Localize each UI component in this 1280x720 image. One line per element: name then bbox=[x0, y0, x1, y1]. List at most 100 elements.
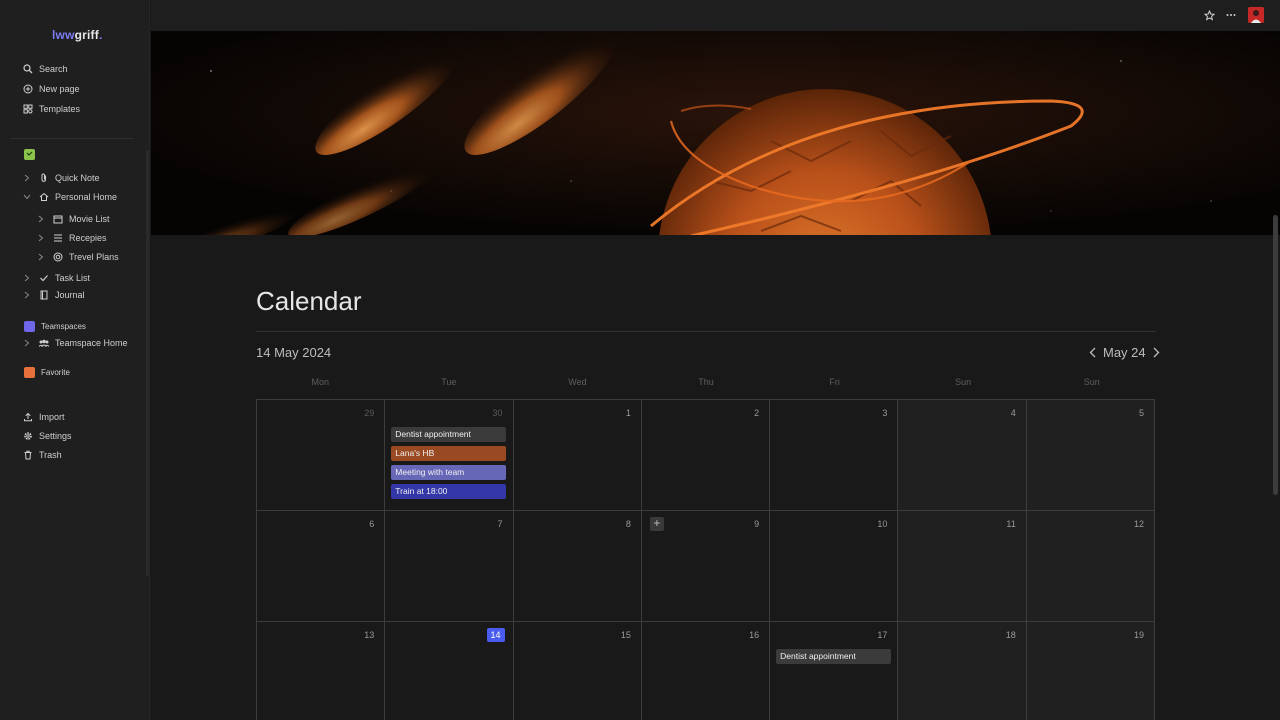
sidebar-item-journal[interactable]: Journal bbox=[22, 287, 85, 303]
day-number: 4 bbox=[1010, 408, 1016, 418]
topbar bbox=[151, 0, 1280, 31]
calendar-event[interactable]: Lana's HB bbox=[391, 446, 507, 461]
favorite-icon bbox=[24, 366, 35, 378]
calendar-day-cell[interactable]: 11 bbox=[898, 511, 1027, 622]
day-number: 16 bbox=[749, 630, 760, 640]
sidebar-item-personal-home[interactable]: Personal Home bbox=[22, 189, 117, 205]
chevron-right-icon[interactable] bbox=[22, 273, 32, 283]
calendar-day-cell[interactable]: 30 Dentist appointment Lana's HB Meeting wi… bbox=[385, 400, 514, 511]
sidebar-item-label: Personal Home bbox=[55, 192, 118, 202]
day-number: 8 bbox=[625, 519, 631, 529]
calendar-event[interactable]: Meeting with team bbox=[391, 465, 507, 480]
chevron-left-icon bbox=[1089, 347, 1095, 357]
calendar-grid: 29 30 Dentist appointment Lana's HB Meeting … bbox=[256, 399, 1155, 720]
sidebar-item-label: Movie List bbox=[69, 214, 110, 224]
calendar-day-cell[interactable]: 7 bbox=[385, 511, 514, 622]
calendar-day-cell[interactable]: 19 bbox=[1026, 622, 1155, 720]
sidebar-item-label: Journal bbox=[55, 290, 85, 300]
chevron-right-icon[interactable] bbox=[22, 338, 32, 348]
sidebar-section-teamspaces[interactable]: Teamspaces bbox=[24, 319, 86, 333]
day-number: 7 bbox=[497, 519, 503, 529]
calendar-day-cell[interactable]: 17 Dentist appointment bbox=[770, 622, 899, 720]
chevron-down-icon[interactable] bbox=[22, 192, 32, 202]
weekday-label: Sun bbox=[1083, 377, 1100, 387]
event-list: Dentist appointment bbox=[776, 649, 892, 668]
more-icon[interactable] bbox=[1225, 9, 1237, 21]
calendar-day-cell[interactable]: 13 bbox=[257, 622, 386, 720]
app-logo[interactable]: lwwgriff. bbox=[52, 28, 102, 42]
day-number: 5 bbox=[1138, 408, 1144, 418]
calendar-day-cell[interactable]: 14 bbox=[385, 622, 514, 720]
today-badge: 14 bbox=[486, 628, 505, 642]
calendar-day-cell[interactable]: 29 bbox=[257, 400, 386, 511]
day-number: 17 bbox=[877, 630, 888, 640]
star-icon[interactable] bbox=[1203, 9, 1215, 21]
sidebar-search[interactable]: Search bbox=[22, 61, 68, 77]
sidebar-item-label: Task List bbox=[55, 273, 91, 283]
main-scrollbar[interactable] bbox=[1273, 215, 1278, 495]
sidebar-item-label: Teamspace Home bbox=[55, 338, 128, 348]
templates-icon bbox=[22, 103, 34, 115]
workspace-icon[interactable] bbox=[24, 149, 35, 160]
add-event-button[interactable]: + bbox=[649, 517, 664, 531]
upload-icon bbox=[22, 411, 34, 423]
weekday-label: Sun bbox=[955, 377, 972, 387]
sidebar-item-teamspace-home[interactable]: Teamspace Home bbox=[22, 335, 128, 351]
weekday-label: Fri bbox=[829, 377, 840, 387]
list-icon bbox=[52, 232, 64, 244]
chevron-right-icon bbox=[1153, 347, 1160, 357]
day-number: 30 bbox=[492, 408, 503, 418]
teamspaces-icon bbox=[24, 320, 35, 332]
sidebar-trash[interactable]: Trash bbox=[22, 447, 62, 463]
calendar-day-cell[interactable]: 8 bbox=[513, 511, 642, 622]
cover-image bbox=[151, 31, 1280, 235]
sidebar-item-trevel-plans[interactable]: Trevel Plans bbox=[36, 249, 119, 265]
calendar-day-cell[interactable]: 16 bbox=[641, 622, 771, 720]
weekday-label: Wed bbox=[568, 377, 587, 387]
prev-month-button[interactable] bbox=[1085, 344, 1099, 360]
next-month-button[interactable] bbox=[1150, 344, 1164, 360]
calendar-day-cell[interactable]: 2 bbox=[641, 400, 771, 511]
teamspaces-label: Teamspaces bbox=[41, 321, 86, 331]
sidebar-import[interactable]: Import bbox=[22, 409, 65, 425]
sidebar-item-label: Recepies bbox=[69, 233, 107, 243]
day-number: 2 bbox=[754, 408, 760, 418]
sidebar-item-task-list[interactable]: Task List bbox=[22, 270, 90, 286]
chevron-right-icon[interactable] bbox=[36, 214, 46, 224]
calendar-event[interactable]: Dentist appointment bbox=[776, 649, 892, 664]
calendar-day-cell[interactable]: 6 bbox=[257, 511, 386, 622]
sidebar-item-movie-list[interactable]: Movie List bbox=[36, 211, 110, 227]
day-number: 6 bbox=[369, 519, 375, 529]
day-number: 3 bbox=[882, 408, 888, 418]
sidebar-section-favorite[interactable]: Favorite bbox=[24, 365, 70, 379]
chevron-right-icon[interactable] bbox=[36, 252, 46, 262]
calendar-event[interactable]: Train at 18:00 bbox=[391, 484, 507, 499]
calendar-day-cell[interactable]: 15 bbox=[513, 622, 642, 720]
sidebar-item-quick-note[interactable]: Quick Note bbox=[22, 170, 100, 186]
event-list: Dentist appointment Lana's HB Meeting with… bbox=[391, 427, 507, 503]
month-navigator: May 24 bbox=[1085, 344, 1164, 360]
day-number: 19 bbox=[1133, 630, 1144, 640]
workspace-logo-icon bbox=[24, 149, 35, 160]
calendar-day-cell[interactable]: 18 bbox=[898, 622, 1027, 720]
chevron-right-icon[interactable] bbox=[22, 173, 32, 183]
sidebar-new-page[interactable]: New page bbox=[22, 81, 80, 97]
calendar-day-cell[interactable]: 5 bbox=[1026, 400, 1155, 511]
sidebar-settings[interactable]: Settings bbox=[22, 428, 72, 444]
calendar-event[interactable]: Dentist appointment bbox=[391, 427, 507, 442]
calendar-day-cell[interactable]: 1 bbox=[513, 400, 642, 511]
calendar-day-cell[interactable]: 10 bbox=[770, 511, 899, 622]
favorite-label: Favorite bbox=[41, 367, 70, 377]
chevron-right-icon[interactable] bbox=[36, 233, 46, 243]
sidebar-item-recepies[interactable]: Recepies bbox=[36, 230, 107, 246]
calendar-day-cell[interactable]: 3 bbox=[770, 400, 899, 511]
calendar-day-cell[interactable]: 12 bbox=[1026, 511, 1155, 622]
calendar-day-cell[interactable]: 4 bbox=[898, 400, 1027, 511]
calendar-day-cell[interactable]: +9 bbox=[641, 511, 771, 622]
sidebar-templates[interactable]: Templates bbox=[22, 101, 80, 117]
chevron-right-icon[interactable] bbox=[22, 290, 32, 300]
avatar[interactable] bbox=[1248, 7, 1264, 23]
calendar-icon bbox=[52, 213, 64, 225]
trash-label: Trash bbox=[39, 450, 62, 460]
sidebar-scrollbar[interactable] bbox=[146, 150, 149, 576]
